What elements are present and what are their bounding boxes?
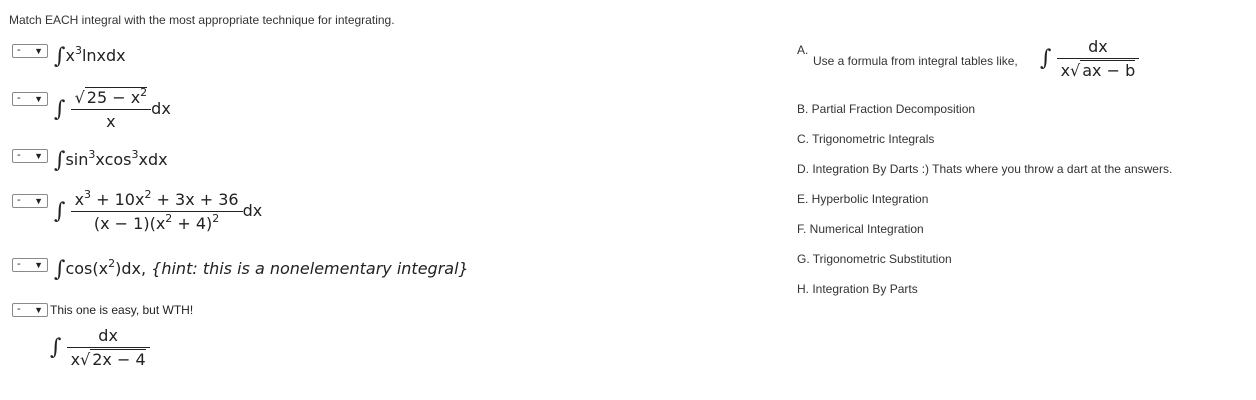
q4-numerator: x3 + 10x2 + 3x + 36 (70, 188, 243, 212)
answer-d: D. Integration By Darts :) Thats where y… (797, 162, 1173, 176)
answer-g: G. Trigonometric Substitution (797, 252, 952, 266)
chevron-down-icon: ▼ (34, 151, 43, 161)
integral-sign: ∫ (54, 148, 66, 173)
chevron-down-icon: ▼ (34, 260, 43, 270)
q6-numerator: dx (66, 326, 150, 348)
q6-fraction: dx x√ 2x − 4 (66, 326, 150, 369)
answer-a-text: Use a formula from integral tables like, (813, 54, 1018, 68)
q5-hint: {hint: this is a nonelementary integral} (151, 259, 469, 278)
q2-numerator: √ 25 − x2 (70, 86, 152, 110)
select-value: - (17, 194, 21, 206)
q2-denominator: x (106, 112, 116, 131)
q3-part-2: xcos (95, 150, 132, 169)
chevron-down-icon: ▼ (34, 305, 43, 315)
q2-sqrt-body: 25 − x (86, 88, 141, 107)
answer-b: B. Partial Fraction Decomposition (797, 102, 976, 116)
chevron-down-icon: ▼ (34, 46, 43, 56)
integral-sign: ∫ (54, 199, 66, 224)
q6-den-sqrt: 2x − 4 (90, 349, 146, 369)
q4-d2: + 4) (172, 214, 213, 233)
integral-sign: ∫ (50, 335, 62, 360)
q4-ns1: 3 (84, 188, 92, 201)
q4-ds2: 2 (212, 212, 220, 225)
question-2-integral: ∫ √ 25 − x2 x dx (54, 86, 171, 131)
integral-sign: ∫ (54, 257, 66, 282)
q4-n2: + 10x (91, 190, 145, 209)
answer-h: H. Integration By Parts (797, 282, 918, 296)
chevron-down-icon: ▼ (34, 94, 43, 104)
q4-denominator: (x − 1)(x2 + 4)2 (71, 212, 243, 233)
answer-select-6[interactable]: - ▼ (12, 303, 48, 317)
answer-select-5[interactable]: - ▼ (12, 258, 48, 272)
select-value: - (17, 258, 21, 270)
answer-select-1[interactable]: - ▼ (12, 44, 48, 58)
q4-fraction: x3 + 10x2 + 3x + 36 (x − 1)(x2 + 4)2 (70, 188, 243, 233)
select-value: - (17, 149, 21, 161)
question-4-integral: ∫ x3 + 10x2 + 3x + 36 (x − 1)(x2 + 4)2 d… (54, 188, 263, 233)
answer-c: C. Trigonometric Integrals (797, 132, 935, 146)
q1-expr-prefix: x (65, 46, 75, 65)
select-value: - (17, 44, 21, 56)
instruction-text: Match EACH integral with the most approp… (9, 13, 395, 27)
q4-d1: (x − 1)(x (93, 214, 166, 233)
q3-part-1: sin (65, 150, 89, 169)
answer-a-fraction: dx x√ ax − b (1056, 37, 1140, 80)
answer-a-denominator: x√ ax − b (1060, 60, 1136, 80)
q2-dx: dx (151, 99, 171, 118)
select-value: - (17, 92, 21, 104)
answer-f: F. Numerical Integration (797, 222, 924, 236)
q1-exponent: 3 (74, 44, 82, 57)
answer-a-formula: ∫ dx x√ ax − b (1040, 37, 1140, 80)
question-3-integral: ∫sin3xcos3xdx (54, 148, 168, 173)
answer-a-den-prefix: x (1060, 61, 1071, 80)
question-6-integral: ∫ dx x√ 2x − 4 (50, 326, 150, 369)
answer-select-2[interactable]: - ▼ (12, 92, 48, 106)
question-5-integral: ∫cos(x2)dx, {hint: this is a nonelementa… (54, 257, 469, 282)
q5-part-2: )dx, (115, 259, 147, 278)
integral-sign: ∫ (54, 97, 66, 122)
integral-sign: ∫ (54, 44, 66, 69)
q1-expr-suffix: lnxdx (81, 46, 126, 65)
q2-num-exponent: 2 (140, 86, 148, 99)
q4-n1: x (74, 190, 85, 209)
q5-part-1: cos(x (65, 259, 109, 278)
quiz-page: Match EACH integral with the most approp… (0, 0, 1256, 400)
answer-a-letter: A. (797, 43, 809, 57)
select-value: - (17, 303, 21, 315)
answer-select-4[interactable]: - ▼ (12, 194, 48, 208)
question-1-integral: ∫x3lnxdx (54, 44, 126, 69)
integral-sign: ∫ (1040, 46, 1052, 71)
q6-denominator: x√ 2x − 4 (70, 349, 146, 369)
question-6-label: This one is easy, but WTH! (50, 303, 194, 317)
answer-a-den-sqrt: ax − b (1080, 60, 1136, 80)
q2-fraction: √ 25 − x2 x (70, 86, 152, 131)
q6-den-prefix: x (70, 350, 81, 369)
q3-part-3: xdx (138, 150, 168, 169)
q4-n3: + 3x + 36 (151, 190, 239, 209)
chevron-down-icon: ▼ (34, 196, 43, 206)
answer-e: E. Hyperbolic Integration (797, 192, 929, 206)
q4-dx: dx (242, 201, 263, 220)
answer-select-3[interactable]: - ▼ (12, 149, 48, 163)
answer-a-numerator: dx (1056, 37, 1140, 59)
q3-exp-2: 3 (131, 148, 139, 161)
